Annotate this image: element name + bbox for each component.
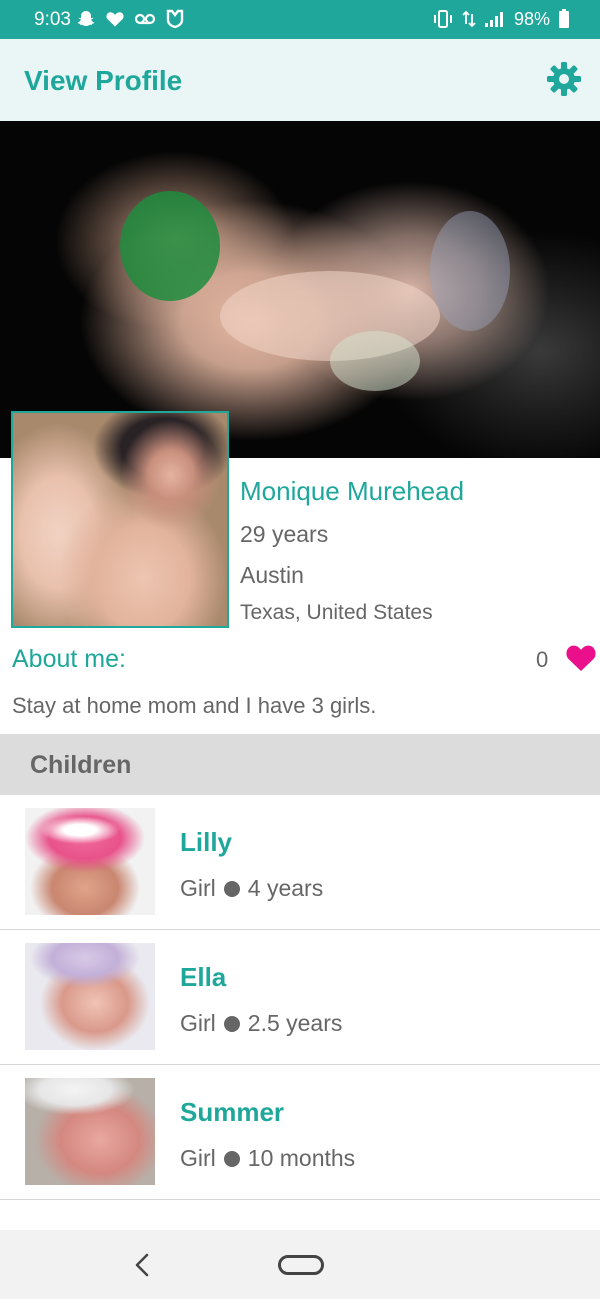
about-text: Stay at home mom and I have 3 girls. [12, 693, 377, 718]
profile-region: Texas, United States [240, 601, 433, 624]
separator-dot-icon [223, 1015, 240, 1032]
child-list-item[interactable]: Summer Girl 10 months [0, 1065, 600, 1200]
signal-icon [484, 12, 503, 27]
shield-icon [166, 9, 184, 29]
separator-dot-icon [223, 880, 240, 897]
status-right-icons: 98% [432, 8, 570, 30]
battery-icon [559, 9, 569, 28]
profile-name: Monique Murehead [240, 476, 465, 506]
system-nav-bar [0, 1230, 600, 1299]
avatar[interactable] [11, 411, 229, 628]
battery-percent: 98% [513, 8, 550, 29]
status-left-icons [76, 8, 185, 30]
back-icon[interactable] [130, 1250, 154, 1280]
child-age: 2.5 years [247, 1010, 343, 1036]
child-meta: Girl 10 months [180, 1145, 355, 1172]
child-name: Summer [180, 1097, 285, 1127]
child-gender: Girl [180, 1145, 216, 1171]
child-age: 4 years [247, 875, 324, 901]
cover-photo [0, 121, 600, 458]
child-meta: Girl 4 years [180, 875, 323, 902]
child-gender: Girl [180, 1010, 216, 1036]
likes-count: 0 [536, 647, 549, 672]
data-icon [462, 10, 476, 28]
child-list-item[interactable]: Lilly Girl 4 years [0, 795, 600, 930]
vibrate-icon [433, 10, 452, 28]
child-name: Ella [180, 962, 227, 992]
child-photo [25, 1078, 155, 1185]
child-meta: Girl 2.5 years [180, 1010, 342, 1037]
child-photo [25, 808, 155, 915]
children-section-header: Children [0, 734, 600, 795]
status-time: 9:03 [34, 9, 71, 30]
status-bar: 9:03 98% [0, 0, 600, 39]
app-bar: View Profile [0, 39, 600, 121]
page-title: View Profile [24, 65, 183, 96]
heart-icon [106, 12, 124, 27]
home-icon[interactable] [278, 1255, 324, 1275]
separator-dot-icon [223, 1150, 240, 1167]
children-title: Children [30, 751, 132, 779]
profile-age: 29 years [240, 521, 329, 547]
profile-city: Austin [240, 562, 304, 588]
like-heart-icon[interactable] [565, 643, 597, 673]
child-list-item[interactable]: Ella Girl 2.5 years [0, 930, 600, 1065]
child-photo [25, 943, 155, 1050]
child-name: Lilly [180, 827, 233, 857]
child-gender: Girl [180, 875, 216, 901]
child-age: 10 months [247, 1145, 356, 1171]
gear-icon[interactable] [544, 59, 584, 99]
voicemail-icon [134, 13, 156, 25]
snapchat-icon [77, 11, 95, 26]
about-heading: About me: [12, 645, 126, 673]
